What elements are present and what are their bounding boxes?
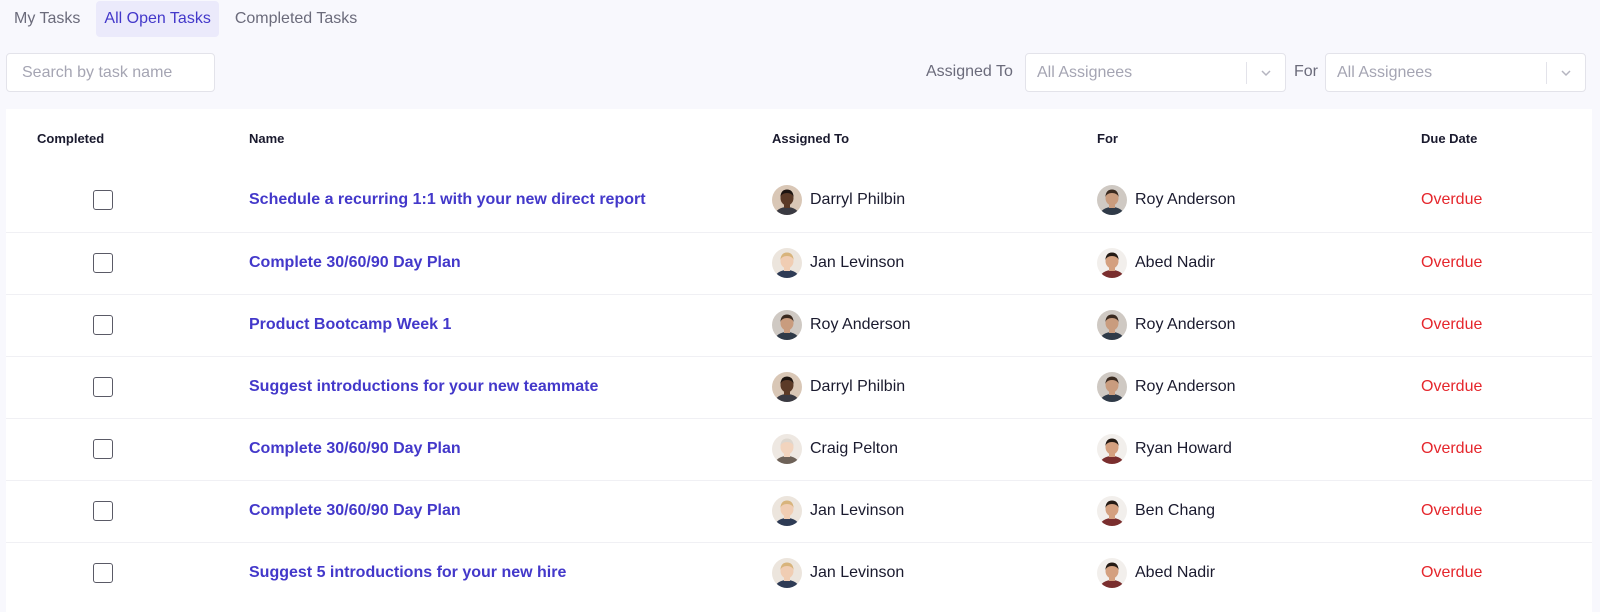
due-date-status: Overdue — [1421, 502, 1483, 519]
for-name: Abed Nadir — [1135, 254, 1216, 271]
for-person: Abed Nadir — [1097, 558, 1215, 588]
avatar — [1097, 434, 1127, 464]
task-name-link[interactable]: Complete 30/60/90 Day Plan — [249, 253, 461, 273]
search-input[interactable] — [6, 53, 215, 92]
for-person: Roy Anderson — [1097, 372, 1236, 402]
avatar — [772, 496, 802, 526]
assigned-to-name: Jan Levinson — [810, 502, 905, 519]
avatar — [1097, 185, 1127, 215]
completed-checkbox[interactable] — [93, 439, 113, 459]
completed-checkbox[interactable] — [93, 377, 113, 397]
avatar — [1097, 310, 1127, 340]
chevron-down-icon[interactable] — [1247, 66, 1285, 80]
task-name-link[interactable]: Complete 30/60/90 Day Plan — [249, 501, 461, 521]
for-name: Roy Anderson — [1135, 378, 1236, 395]
assigned-to-person: Craig Pelton — [772, 434, 898, 464]
for-person: Ben Chang — [1097, 496, 1215, 526]
for-name: Roy Anderson — [1135, 191, 1236, 208]
due-date-status: Overdue — [1421, 254, 1483, 271]
for-person: Abed Nadir — [1097, 248, 1215, 278]
for-select[interactable]: All Assignees — [1325, 53, 1586, 92]
table-row[interactable]: Product Bootcamp Week 1 Roy Anderson Roy A… — [6, 294, 1592, 356]
assigned-to-select[interactable]: All Assignees — [1025, 53, 1286, 92]
tab-completed-tasks[interactable]: Completed Tasks — [227, 1, 365, 37]
avatar — [772, 310, 802, 340]
task-tabs: My Tasks All Open Tasks Completed Tasks — [0, 0, 365, 37]
for-person: Roy Anderson — [1097, 310, 1236, 340]
assigned-to-select-value: All Assignees — [1037, 63, 1133, 81]
assigned-to-person: Jan Levinson — [772, 496, 904, 526]
for-person: Ryan Howard — [1097, 434, 1232, 464]
table-row[interactable]: Suggest 5 introductions for your new hir… — [6, 542, 1592, 604]
assigned-to-name: Jan Levinson — [810, 254, 905, 271]
assigned-to-person: Jan Levinson — [772, 248, 904, 278]
task-name-link[interactable]: Suggest introductions for your new teamm… — [249, 377, 598, 397]
due-date-status: Overdue — [1421, 378, 1483, 395]
task-name-link[interactable]: Complete 30/60/90 Day Plan — [249, 439, 461, 459]
completed-checkbox[interactable] — [93, 563, 113, 583]
task-name-link[interactable]: Suggest 5 introductions for your new hir… — [249, 563, 566, 583]
for-name: Abed Nadir — [1135, 564, 1216, 581]
completed-checkbox[interactable] — [93, 253, 113, 273]
tasks-table: Completed Name Assigned To For Due Date … — [6, 109, 1592, 612]
avatar — [1097, 372, 1127, 402]
table-row[interactable]: Complete 30/60/90 Day Plan Craig Pelton Ry… — [6, 418, 1592, 480]
column-header-for: For — [1097, 131, 1118, 146]
assigned-to-name: Roy Anderson — [810, 316, 911, 333]
avatar — [1097, 496, 1127, 526]
avatar — [772, 248, 802, 278]
assigned-to-name: Darryl Philbin — [810, 191, 906, 208]
due-date-status: Overdue — [1421, 440, 1483, 457]
assigned-to-filter-label: Assigned To — [926, 63, 1013, 80]
avatar — [772, 185, 802, 215]
due-date-status: Overdue — [1421, 564, 1483, 581]
column-header-assigned-to: Assigned To — [772, 131, 850, 146]
for-person: Roy Anderson — [1097, 185, 1236, 215]
for-name: Ben Chang — [1135, 502, 1216, 519]
avatar — [772, 558, 802, 588]
assigned-to-name: Darryl Philbin — [810, 378, 906, 395]
table-row[interactable]: Complete 30/60/90 Day Plan Jan Levinson Be… — [6, 480, 1592, 542]
table-row[interactable]: Complete 30/60/90 Day Plan Jan Levinson Ab… — [6, 232, 1592, 294]
assigned-to-person: Roy Anderson — [772, 310, 911, 340]
assigned-to-person: Jan Levinson — [772, 558, 904, 588]
column-header-name: Name — [249, 131, 285, 146]
column-header-due-date: Due Date — [1421, 131, 1478, 146]
avatar — [772, 434, 802, 464]
avatar — [1097, 248, 1127, 278]
tab-all-open-tasks[interactable]: All Open Tasks — [96, 0, 219, 37]
completed-checkbox[interactable] — [93, 190, 113, 210]
chevron-down-icon[interactable] — [1547, 66, 1585, 80]
for-name: Roy Anderson — [1135, 316, 1236, 333]
task-name-link[interactable]: Schedule a recurring 1:1 with your new d… — [249, 190, 646, 210]
completed-checkbox[interactable] — [93, 315, 113, 335]
for-filter-label: For — [1294, 63, 1318, 80]
table-header: Completed Name Assigned To For Due Date — [6, 109, 1592, 170]
due-date-status: Overdue — [1421, 316, 1483, 333]
assigned-to-name: Craig Pelton — [810, 440, 899, 457]
table-row[interactable]: Schedule a recurring 1:1 with your new d… — [6, 170, 1592, 232]
for-name: Ryan Howard — [1135, 440, 1232, 457]
avatar — [772, 372, 802, 402]
tab-my-tasks[interactable]: My Tasks — [6, 1, 88, 37]
assigned-to-name: Jan Levinson — [810, 564, 905, 581]
table-row[interactable]: Suggest introductions for your new teamm… — [6, 356, 1592, 418]
column-header-completed: Completed — [37, 131, 105, 146]
for-select-value: All Assignees — [1337, 63, 1433, 81]
assigned-to-person: Darryl Philbin — [772, 185, 905, 215]
completed-checkbox[interactable] — [93, 501, 113, 521]
avatar — [1097, 558, 1127, 588]
assigned-to-person: Darryl Philbin — [772, 372, 905, 402]
due-date-status: Overdue — [1421, 191, 1483, 208]
task-name-link[interactable]: Product Bootcamp Week 1 — [249, 315, 451, 335]
